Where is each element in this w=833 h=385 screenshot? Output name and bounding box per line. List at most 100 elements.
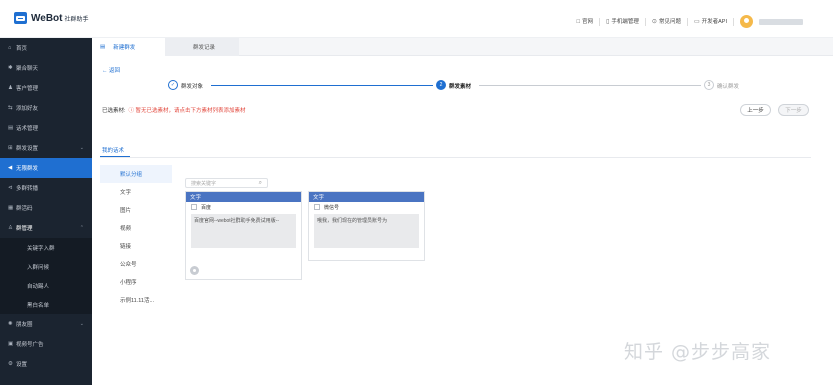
search-placeholder: 搜索关键字 xyxy=(191,180,217,187)
category-item[interactable]: 链接 xyxy=(100,237,172,255)
brand-name: WeBot xyxy=(31,12,63,24)
logo[interactable]: WeBot 社群助手 xyxy=(14,12,89,24)
tab-new-broadcast[interactable]: ▤ 新建群发 xyxy=(92,38,165,56)
step-3-marker: 3 xyxy=(704,80,714,90)
sidebar-item-home[interactable]: ⌂ 首页 xyxy=(0,38,92,58)
card-checkbox[interactable] xyxy=(314,204,320,210)
search-input[interactable]: 搜索关键字 ⌕ xyxy=(185,178,268,188)
divider xyxy=(100,157,811,158)
brand-subtitle: 社群助手 xyxy=(64,16,89,23)
sidebar-item-group-qrcode[interactable]: ▦ 群活码 xyxy=(0,198,92,218)
grid-icon: ⊞ xyxy=(8,145,13,151)
sidebar-item-customers[interactable]: ♟ 客户管理 xyxy=(0,78,92,98)
sidebar-item-add-friend[interactable]: ⇆ 添加好友 xyxy=(0,98,92,118)
category-item[interactable]: 图片 xyxy=(100,201,172,219)
list-icon: ▤ xyxy=(100,44,106,50)
topnav-mobile-manage[interactable]: ▯ 手机端管理 xyxy=(600,17,646,26)
selected-label: 已选素材: xyxy=(102,108,126,114)
topnav-label: 手机端管理 xyxy=(611,18,639,25)
card-title: 微信号 xyxy=(324,204,340,211)
sidebar-item-label: 聚合聊天 xyxy=(16,66,39,72)
sidebar: ⌂ 首页 ✱ 聚合聊天 ♟ 客户管理 ⇆ 添加好友 ▤ 话术管理 ⊞ 群发设置 ⌄ ◀ 无限群发… xyxy=(0,38,92,385)
sidebar-item-label: 话术管理 xyxy=(16,126,39,132)
send-icon: ◀ xyxy=(8,165,13,171)
username-blurred[interactable] xyxy=(759,18,803,25)
empty-warning: ⓘ 暂无已选素材，请点击下方素材列表添加素材 xyxy=(128,108,246,114)
gear-icon: ⚙ xyxy=(8,361,13,367)
sidebar-subitem-keyword-join[interactable]: 关键字入群 xyxy=(0,238,92,257)
sidebar-item-label: 群活码 xyxy=(16,206,33,212)
category-list: 默认分组 文字 图片 视频 链接 公众号 小程序 示例11.11活... xyxy=(100,165,172,309)
sidebar-item-multi-group-relay[interactable]: ⊲ 多群转播 xyxy=(0,178,92,198)
category-item[interactable]: 默认分组 xyxy=(100,165,172,183)
search-icon[interactable]: ⌕ xyxy=(259,180,262,187)
tab-my-scripts[interactable]: 我的话术 xyxy=(102,146,124,154)
sidebar-item-label: 客户管理 xyxy=(16,86,39,92)
category-item[interactable]: 小程序 xyxy=(100,273,172,291)
card-type-header: 文字 xyxy=(309,192,424,202)
sidebar-item-chat[interactable]: ✱ 聚合聊天 xyxy=(0,58,92,78)
topnav-label: 开发者API xyxy=(701,18,727,25)
top-bar: WeBot 社群助手 □ 官网 ▯ 手机端管理 ⊙ 常见问题 ▭ 开发者API xyxy=(0,0,833,38)
category-item[interactable]: 示例11.11活... xyxy=(100,291,172,309)
chevron-down-icon: ⌄ xyxy=(79,321,84,327)
sidebar-item-moments[interactable]: ✺ 朋友圈 ⌄ xyxy=(0,314,92,334)
step-1-check-icon: ✓ xyxy=(168,80,178,90)
sidebar-item-label: 朋友圈 xyxy=(16,322,33,328)
top-nav: □ 官网 ▯ 手机端管理 ⊙ 常见问题 ▭ 开发者API xyxy=(570,15,803,28)
api-icon: ▭ xyxy=(693,18,700,25)
group-icon: ♙ xyxy=(8,225,13,231)
tab-broadcast-records[interactable]: 群发记录 xyxy=(165,38,239,56)
tab-bar: ▤ 新建群发 群发记录 xyxy=(92,38,833,56)
category-item[interactable]: 视频 xyxy=(100,219,172,237)
topnav-label: 官网 xyxy=(582,18,594,25)
card-title-row[interactable]: 微信号 xyxy=(309,202,424,212)
card-title-row[interactable]: 百度 xyxy=(186,202,301,212)
sidebar-item-video-ads[interactable]: ▣ 视频号广告 xyxy=(0,334,92,354)
topnav-official-site[interactable]: □ 官网 xyxy=(570,17,601,26)
material-card[interactable]: 文字 微信号 哦我，我们现在的管理员账号为 xyxy=(308,191,425,261)
category-item[interactable]: 文字 xyxy=(100,183,172,201)
sidebar-item-broadcast-settings[interactable]: ⊞ 群发设置 ⌄ xyxy=(0,138,92,158)
sidebar-item-group-manage[interactable]: ♙ 群管理 ⌃ xyxy=(0,218,92,238)
sidebar-item-label: 添加好友 xyxy=(16,106,39,112)
step-2-marker: 2 xyxy=(436,80,446,90)
sidebar-subitem-join-greeting[interactable]: 入群问候 xyxy=(0,257,92,276)
help-icon: ⊙ xyxy=(651,18,657,25)
info-icon[interactable] xyxy=(190,266,199,275)
topnav-developer-api[interactable]: ▭ 开发者API xyxy=(688,17,734,26)
sidebar-item-unlimited-broadcast[interactable]: ◀ 无限群发 xyxy=(0,158,92,178)
sidebar-subitem-black-white-list[interactable]: 黑白名单 xyxy=(0,295,92,314)
video-icon: ▣ xyxy=(8,341,14,347)
webot-logo-icon xyxy=(14,12,27,24)
card-content: 哦我，我们现在的管理员账号为 xyxy=(314,214,419,248)
back-link[interactable]: ← 返回 xyxy=(102,66,120,74)
card-title: 百度 xyxy=(201,204,212,211)
prev-step-button[interactable]: 上一步 xyxy=(740,104,771,116)
document-icon: ▤ xyxy=(8,125,14,131)
sidebar-item-label: 无限群发 xyxy=(16,166,39,172)
card-checkbox[interactable] xyxy=(191,204,197,210)
sidebar-item-scripts[interactable]: ▤ 话术管理 xyxy=(0,118,92,138)
moments-icon: ✺ xyxy=(8,321,13,327)
next-step-button[interactable]: 下一步 xyxy=(778,104,809,116)
category-item[interactable]: 公众号 xyxy=(100,255,172,273)
sidebar-item-label: 视频号广告 xyxy=(16,342,44,348)
phone-icon: ▯ xyxy=(606,18,610,25)
step-connector xyxy=(211,85,433,86)
topnav-faq[interactable]: ⊙ 常见问题 xyxy=(646,17,688,26)
home-icon: ⌂ xyxy=(8,45,12,51)
qrcode-icon: ▦ xyxy=(8,205,14,211)
relay-icon: ⊲ xyxy=(8,185,13,191)
chevron-down-icon: ⌄ xyxy=(79,145,84,151)
sidebar-item-label: 群发设置 xyxy=(16,146,39,152)
material-card[interactable]: 文字 百度 百度官网--webot社群助手免费试用版-- xyxy=(185,191,302,280)
sidebar-item-settings[interactable]: ⚙ 设置 xyxy=(0,354,92,374)
tab-label: 新建群发 xyxy=(113,45,136,51)
sidebar-subitem-auto-kick[interactable]: 自动踢人 xyxy=(0,276,92,295)
sidebar-item-label: 设置 xyxy=(16,362,28,368)
sidebar-item-label: 群管理 xyxy=(16,226,33,232)
avatar[interactable] xyxy=(740,15,753,28)
sidebar-item-label: 首页 xyxy=(16,46,28,52)
add-friend-icon: ⇆ xyxy=(8,105,13,111)
